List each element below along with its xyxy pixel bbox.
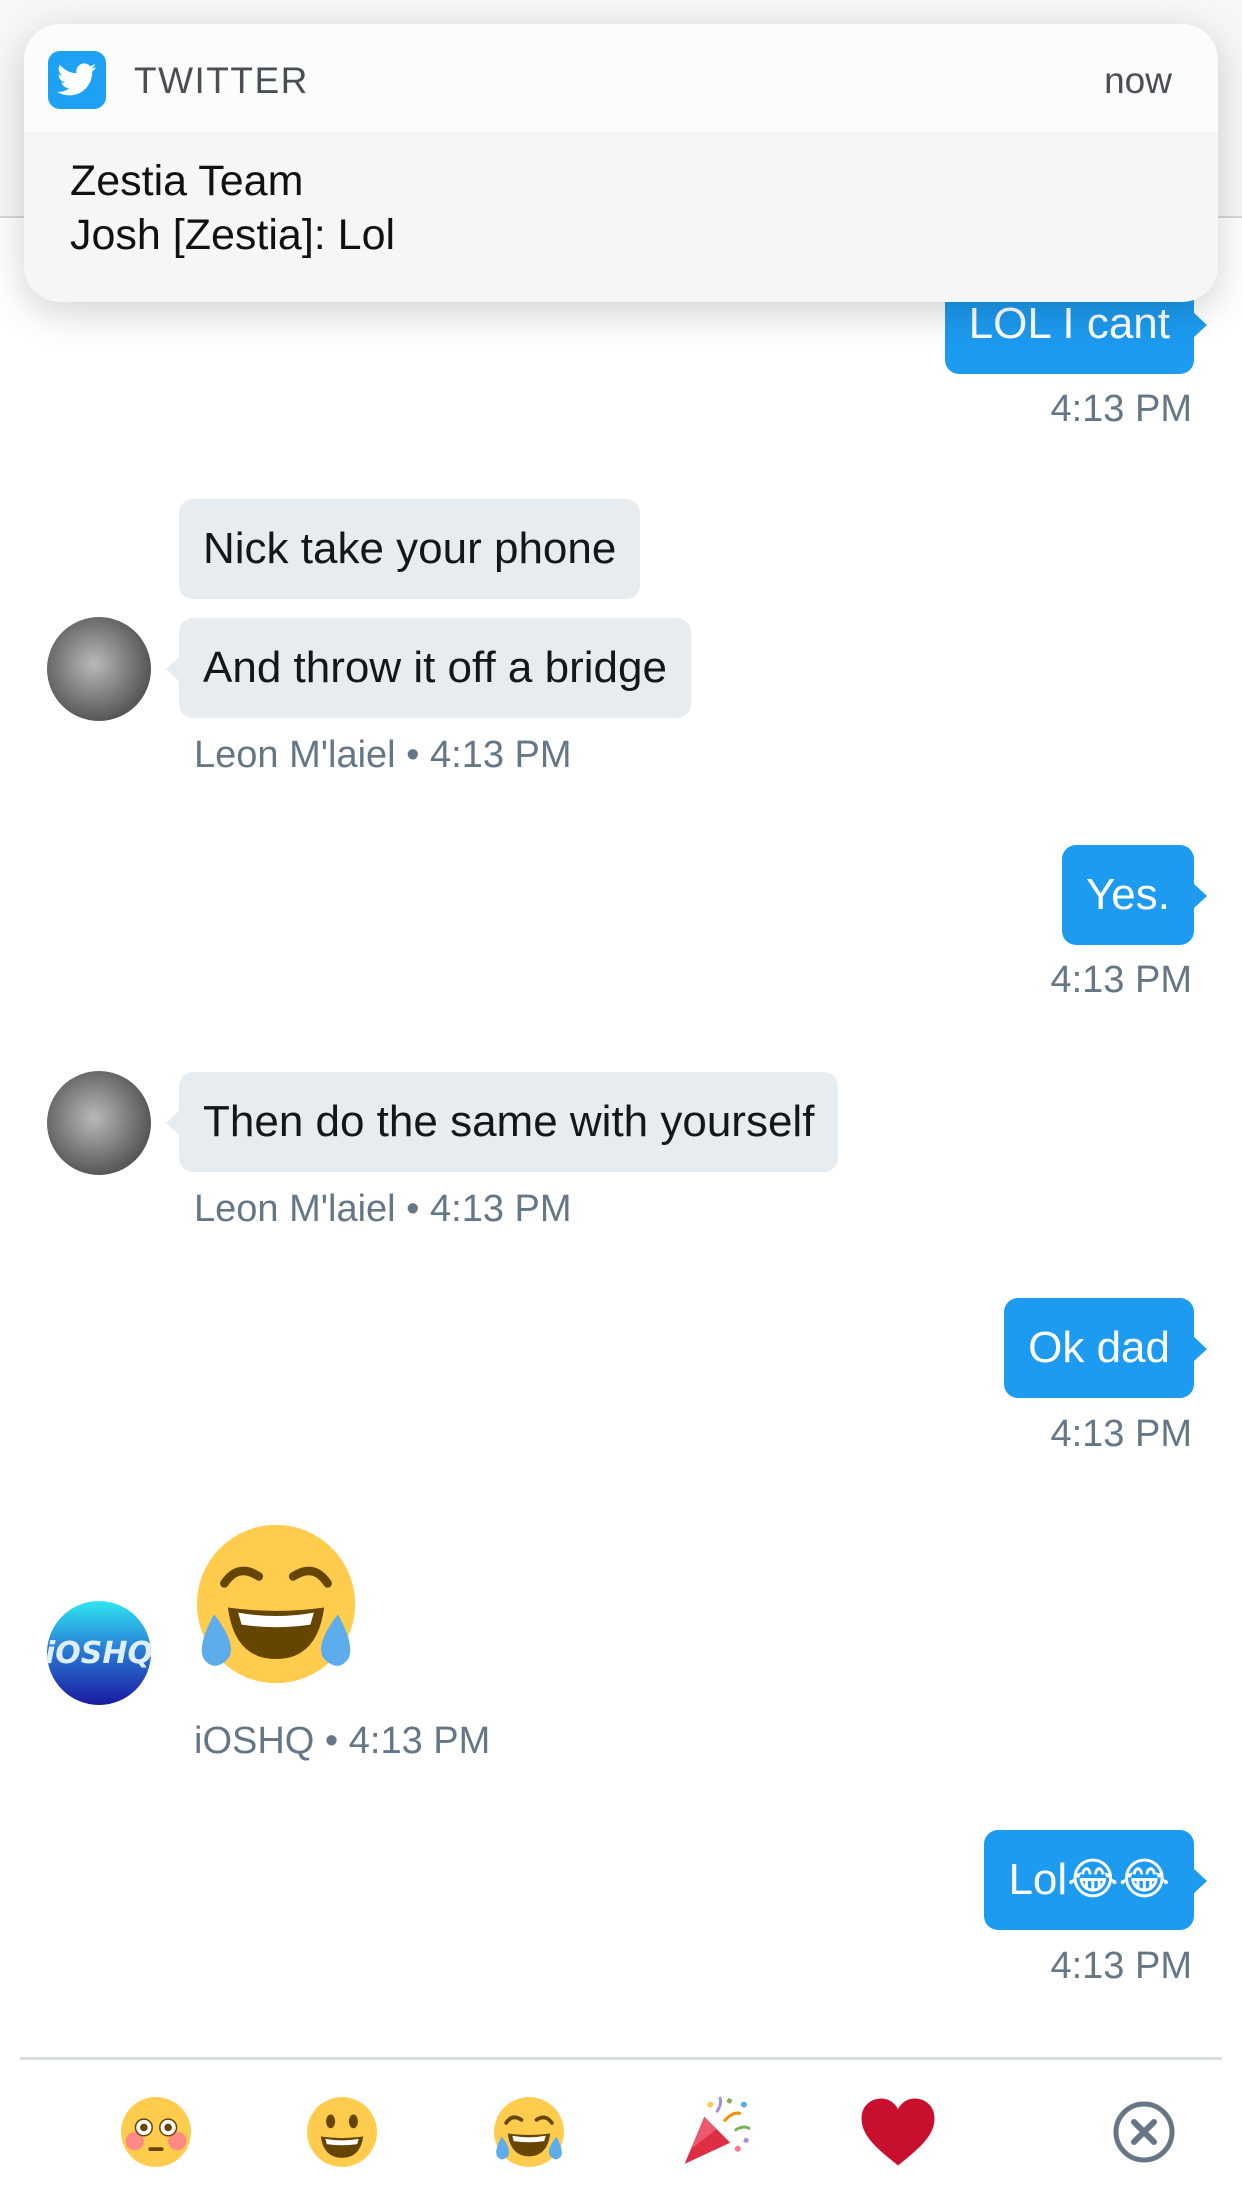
message-sender-timestamp: Leon M'laiel • 4:13 PM bbox=[194, 1188, 572, 1230]
grinning-face-icon[interactable] bbox=[294, 2084, 390, 2180]
message-timestamp: 4:13 PM bbox=[1050, 1945, 1192, 1987]
reaction-bar bbox=[0, 2060, 1242, 2208]
notification-message: Josh [Zestia]: Lol bbox=[70, 211, 396, 259]
message-bubble-outgoing[interactable]: Lol😂😂 bbox=[984, 1830, 1207, 1930]
notification-body: Zestia Team Josh [Zestia]: Lol bbox=[70, 154, 395, 262]
party-popper-icon[interactable] bbox=[667, 2084, 763, 2180]
message-sender-timestamp: iOSHQ • 4:13 PM bbox=[194, 1720, 491, 1762]
notification-app-name: TWITTER bbox=[134, 60, 309, 101]
notification-time: now bbox=[1104, 60, 1172, 101]
message-timestamp: 4:13 PM bbox=[1050, 1413, 1192, 1455]
message-bubble-incoming[interactable]: Then do the same with yourself bbox=[165, 1072, 839, 1172]
notification-banner[interactable]: TWITTER now Zestia Team Josh [Zestia]: L… bbox=[24, 24, 1218, 302]
avatar-text: iOSHQ bbox=[47, 1635, 151, 1671]
twitter-bird-icon bbox=[48, 51, 106, 109]
close-circle-icon[interactable] bbox=[1096, 2084, 1192, 2180]
flushed-face-icon[interactable] bbox=[108, 2084, 204, 2180]
avatar[interactable] bbox=[47, 617, 151, 721]
notification-header: TWITTER now bbox=[24, 24, 1218, 132]
tears-of-joy-emoji-message[interactable] bbox=[190, 1518, 362, 1690]
message-timestamp: 4:13 PM bbox=[1050, 388, 1192, 430]
message-bubble-outgoing[interactable]: Ok dad bbox=[1004, 1298, 1207, 1398]
message-bubble-incoming[interactable]: And throw it off a bridge bbox=[166, 618, 691, 718]
notification-title: Zestia Team bbox=[70, 157, 304, 205]
message-thread[interactable]: LOL I cant 4:13 PM Nick take your phone … bbox=[0, 0, 1242, 2058]
avatar[interactable] bbox=[47, 1071, 151, 1175]
avatar[interactable]: iOSHQ bbox=[47, 1601, 151, 1705]
message-bubble-incoming[interactable]: Nick take your phone bbox=[179, 499, 641, 599]
message-sender-timestamp: Leon M'laiel • 4:13 PM bbox=[194, 734, 572, 776]
red-heart-icon[interactable] bbox=[850, 2084, 946, 2180]
message-bubble-outgoing[interactable]: Yes. bbox=[1061, 845, 1208, 945]
tears-of-joy-icon[interactable] bbox=[481, 2084, 577, 2180]
message-timestamp: 4:13 PM bbox=[1050, 959, 1192, 1001]
